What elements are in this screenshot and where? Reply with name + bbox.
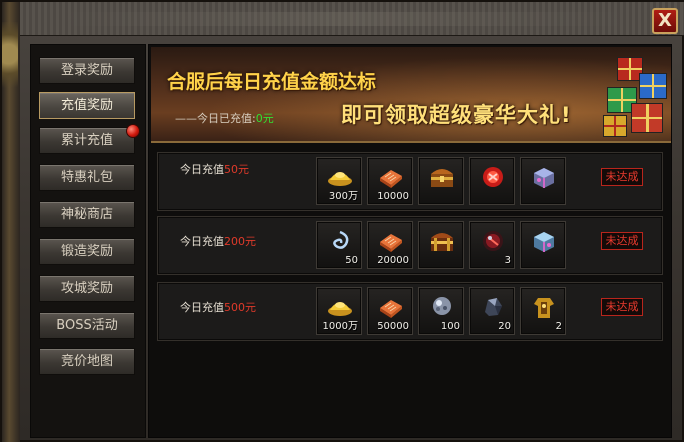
reward-quantity: 100 [440, 321, 460, 332]
reward-slot[interactable]: 20 [469, 287, 515, 335]
reward-quantity: 300万 [328, 191, 358, 202]
treasure-chest-icon [431, 169, 453, 187]
reward-quantity: 20 [498, 321, 511, 332]
sidebar-nav: 登录奖励 充值奖励 累计充值 特惠礼包 神秘商店 锻造奖励 攻城奖励 BOSS活… [30, 44, 146, 438]
tier-label-text: 今日充值 [180, 163, 224, 176]
today-recharge-value: 0元 [255, 112, 274, 125]
tier-label: 今日充值50元 [180, 161, 249, 177]
sidebar-item-mystery-shop[interactable]: 神秘商店 [39, 201, 135, 228]
reward-slot[interactable] [418, 157, 464, 205]
reward-tier-row: 今日充值50元 300万 10000 未达成 [157, 152, 663, 211]
sidebar-item-boss-event[interactable]: BOSS活动 [39, 312, 135, 339]
scroll-book-icon [380, 300, 402, 318]
tier-amount: 200元 [224, 235, 256, 248]
silver-ore-icon [433, 297, 451, 315]
tier-label-text: 今日充值 [180, 235, 224, 248]
reward-quantity: 50 [345, 255, 358, 266]
tier-label: 今日充值200元 [180, 233, 256, 249]
treasure-chest-icon [431, 233, 453, 251]
tier-label: 今日充值500元 [180, 299, 256, 315]
scroll-book-icon [380, 170, 402, 188]
reward-quantity: 50000 [377, 321, 409, 332]
scroll-book-icon [380, 234, 402, 252]
reward-slot[interactable] [469, 157, 515, 205]
reward-slot[interactable]: 3 [469, 221, 515, 269]
reward-slot[interactable]: 10000 [367, 157, 413, 205]
reward-quantity: 20000 [377, 255, 409, 266]
sidebar-item-siege-reward[interactable]: 攻城奖励 [39, 275, 135, 302]
tier-amount: 50元 [224, 163, 249, 176]
notification-dot-icon [126, 124, 140, 138]
red-gem-icon [483, 167, 503, 187]
reward-slot[interactable]: 2 [520, 287, 566, 335]
gift-boxes-icon [601, 51, 671, 141]
reward-slot[interactable]: 50 [316, 221, 362, 269]
reward-slot[interactable] [520, 157, 566, 205]
reward-slot[interactable]: 50000 [367, 287, 413, 335]
banner-title: 合服后每日充值金额达标 [167, 71, 377, 93]
reward-quantity: 2 [555, 321, 562, 332]
tier-amount: 500元 [224, 301, 256, 314]
crystal-box-icon [534, 232, 554, 252]
reward-slot[interactable]: 1000万 [316, 287, 362, 335]
status-badge: 未达成 [601, 298, 643, 316]
status-badge: 未达成 [601, 168, 643, 186]
dark-orb-icon [483, 231, 503, 251]
sidebar-item-label: 累计充值 [60, 133, 113, 148]
sidebar-item-recharge-reward[interactable]: 充值奖励 [39, 92, 135, 119]
reward-tier-row: 今日充值200元 50 20000 3 未达成 [157, 216, 663, 275]
sidebar-item-special-pack[interactable]: 特惠礼包 [39, 164, 135, 191]
reward-quantity: 1000万 [322, 321, 358, 332]
decorative-border-left [2, 2, 20, 442]
reward-quantity: 3 [504, 255, 511, 266]
banner-subtitle: 即可领取超级豪华大礼! [341, 103, 572, 127]
reward-tier-row: 今日充值500元 1000万 50000 100 20 2 未达成 [157, 282, 663, 341]
window-title-bar [2, 2, 684, 36]
sidebar-item-forge-reward[interactable]: 锻造奖励 [39, 238, 135, 265]
crystal-box-icon [534, 168, 554, 188]
event-window: X 登录奖励 充值奖励 累计充值 特惠礼包 神秘商店 锻造奖励 攻城奖励 BOS… [0, 0, 684, 442]
content-panel: 合服后每日充值金额达标 ——今日已充值:0元 即可领取超级豪华大礼! 今日充值5… [148, 44, 672, 438]
tier-label-text: 今日充值 [180, 301, 224, 314]
reward-slot[interactable]: 300万 [316, 157, 362, 205]
today-recharge-label: ——今日已充值: [175, 112, 256, 125]
sidebar-item-bid-map[interactable]: 竞价地图 [39, 348, 135, 375]
close-button[interactable]: X [652, 8, 678, 34]
golden-armor-icon [534, 298, 554, 318]
event-banner: 合服后每日充值金额达标 ——今日已充值:0元 即可领取超级豪华大礼! [151, 47, 671, 143]
reward-slot[interactable] [418, 221, 464, 269]
reward-slot[interactable]: 100 [418, 287, 464, 335]
today-recharge-text: ——今日已充值:0元 [175, 110, 274, 126]
reward-slot[interactable]: 20000 [367, 221, 413, 269]
reward-slot[interactable] [520, 221, 566, 269]
ornament-icon [2, 22, 18, 102]
dark-stone-icon [485, 298, 502, 316]
reward-quantity: 10000 [377, 191, 409, 202]
status-badge: 未达成 [601, 232, 643, 250]
sidebar-item-login-reward[interactable]: 登录奖励 [39, 57, 135, 84]
sidebar-item-cumulative-recharge[interactable]: 累计充值 [39, 124, 140, 154]
swirl-orb-icon [333, 230, 349, 249]
